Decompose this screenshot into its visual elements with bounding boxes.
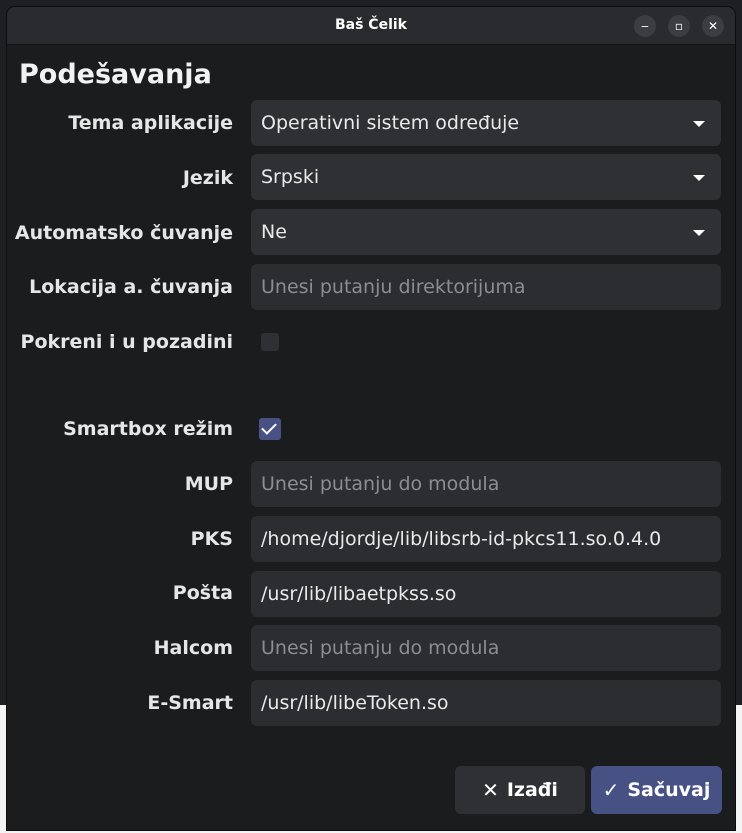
settings-window: Baš Čelik ‒ ▫ ✕ Podešavanja Tema aplikac…	[7, 7, 735, 830]
theme-select[interactable]: Operativni sistem određuje	[251, 100, 721, 146]
autosave-location-label: Lokacija a. čuvanja	[29, 276, 233, 298]
x-icon: ✕	[482, 778, 499, 802]
halcom-placeholder: Unesi putanju do modula	[261, 637, 500, 659]
posta-value: /usr/lib/libaetpkss.so	[261, 583, 457, 605]
chevron-down-icon	[693, 175, 705, 181]
maximize-button[interactable]: ▫	[668, 15, 690, 37]
autosave-label: Automatsko čuvanje	[14, 222, 233, 244]
close-icon: ✕	[707, 19, 719, 33]
esmart-value: /usr/lib/libeToken.so	[261, 692, 449, 714]
language-value: Srpski	[261, 166, 320, 188]
halcom-label: Halcom	[153, 637, 233, 659]
quit-button[interactable]: ✕ Izađi	[455, 766, 585, 814]
minimize-button[interactable]: ‒	[634, 15, 656, 37]
theme-label: Tema aplikacije	[68, 112, 233, 134]
background-checkbox[interactable]	[261, 333, 279, 351]
maximize-icon: ▫	[674, 19, 684, 33]
autosave-value: Ne	[261, 221, 287, 243]
pks-value: /home/djordje/lib/libsrb-id-pkcs11.so.0.…	[261, 528, 662, 550]
titlebar: Baš Čelik ‒ ▫ ✕	[7, 7, 735, 45]
esmart-input[interactable]: /usr/lib/libeToken.so	[251, 680, 721, 726]
save-label: Sačuvaj	[627, 779, 711, 801]
posta-label: Pošta	[172, 582, 233, 604]
save-button[interactable]: ✓ Sačuvaj	[591, 766, 722, 814]
theme-value: Operativni sistem određuje	[261, 112, 520, 134]
smartbox-label: Smartbox režim	[63, 418, 233, 440]
halcom-input[interactable]: Unesi putanju do modula	[251, 625, 721, 671]
check-icon: ✓	[602, 778, 620, 802]
page-title: Podešavanja	[19, 59, 212, 90]
mup-label: MUP	[184, 473, 233, 495]
autosave-select[interactable]: Ne	[251, 209, 721, 255]
pks-label: PKS	[190, 528, 233, 550]
minimize-icon: ‒	[641, 19, 649, 33]
autosave-location-placeholder: Unesi putanju direktorijuma	[261, 276, 526, 298]
smartbox-checkbox[interactable]	[259, 418, 281, 440]
chevron-down-icon	[693, 121, 705, 127]
close-button[interactable]: ✕	[702, 15, 724, 37]
pks-input[interactable]: /home/djordje/lib/libsrb-id-pkcs11.so.0.…	[251, 516, 721, 562]
background-label: Pokreni i u pozadini	[20, 331, 233, 353]
mup-placeholder: Unesi putanju do modula	[261, 473, 500, 495]
autosave-location-input[interactable]: Unesi putanju direktorijuma	[251, 264, 721, 310]
language-label: Jezik	[182, 167, 233, 189]
language-select[interactable]: Srpski	[251, 154, 721, 200]
esmart-label: E-Smart	[147, 692, 233, 714]
chevron-down-icon	[693, 230, 705, 236]
quit-label: Izađi	[506, 779, 558, 801]
window-title: Baš Čelik	[334, 17, 407, 33]
mup-input[interactable]: Unesi putanju do modula	[251, 461, 721, 507]
posta-input[interactable]: /usr/lib/libaetpkss.so	[251, 571, 721, 617]
check-icon	[261, 419, 277, 435]
